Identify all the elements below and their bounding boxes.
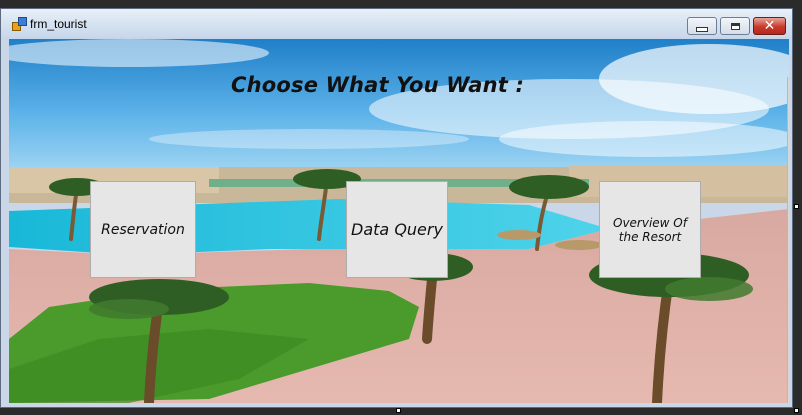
window-title: frm_tourist	[30, 17, 87, 31]
app-window: frm_tourist ✕ Choose What You Want: Res…	[0, 8, 793, 408]
title-bar[interactable]: frm_tourist ✕	[1, 9, 792, 39]
minimize-button[interactable]	[687, 17, 717, 35]
maximize-button[interactable]	[720, 17, 750, 35]
resize-handle-bottom[interactable]	[396, 408, 401, 413]
close-button[interactable]: ✕	[753, 17, 786, 35]
resize-handle-corner[interactable]	[794, 408, 799, 413]
maximize-icon	[730, 22, 740, 30]
overview-button[interactable]: Overview Of the Resort	[599, 181, 701, 278]
reservation-button[interactable]: Reservation	[90, 181, 196, 278]
form-client-area: Choose What You Want : Reservation Data …	[9, 39, 789, 403]
resize-handle-right[interactable]	[794, 204, 799, 209]
overview-button-label: Overview Of the Resort	[613, 215, 687, 244]
minimize-icon	[696, 26, 708, 32]
data-query-button[interactable]: Data Query	[346, 181, 448, 278]
reservation-button-label: Reservation	[101, 221, 185, 238]
close-icon: ✕	[763, 18, 776, 34]
data-query-button-label: Data Query	[351, 220, 443, 239]
page-heading: Choose What You Want :	[231, 73, 525, 97]
app-icon	[12, 17, 27, 31]
vertical-scrollbar[interactable]	[787, 77, 789, 403]
